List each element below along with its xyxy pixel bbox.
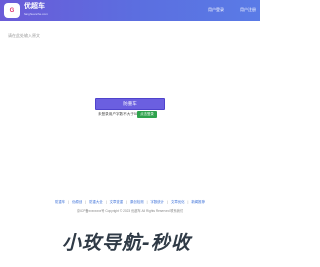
footer-link[interactable]: 文章优化 <box>171 200 185 205</box>
editor-placeholder: 请在此处输入原文 <box>8 33 40 38</box>
footer-separator: | <box>146 200 148 204</box>
word-limit-notice: 未登录用户字数不大于500 <box>98 112 140 116</box>
footer-link[interactable]: 字数统计 <box>151 200 165 205</box>
footer-link[interactable]: 防重大全 <box>89 200 103 205</box>
footer-link[interactable]: 文章查重 <box>110 200 124 205</box>
footer-link[interactable]: 原创检测 <box>130 200 144 205</box>
top-nav-bar: G 优超车 fanghuanche.com 用户登录 用户注册 <box>0 0 260 21</box>
logo-icon[interactable]: G <box>4 3 20 18</box>
site-logo-name[interactable]: 优超车 <box>24 3 45 11</box>
footer-link[interactable]: 新闻推荐 <box>191 200 205 205</box>
footer-links: 防重车 | 伪原创 | 防重大全 | 文章查重 | 原创检测 | 字数统计 | … <box>0 200 260 205</box>
submit-button[interactable]: 防重车 <box>95 98 165 110</box>
footer-separator: | <box>167 200 168 204</box>
copyright-text: 京ICP备xxxxxxxx号 Copyright © 2023 优超车 All … <box>76 209 184 213</box>
footer-link[interactable]: 伪原创 <box>72 200 82 205</box>
footer-separator: | <box>85 200 87 204</box>
footer-separator: | <box>105 200 107 204</box>
footer-separator: | <box>187 200 189 204</box>
login-link[interactable]: 用户登录 <box>208 7 224 13</box>
watermark-text: 小玫导航-秒收 <box>62 232 191 254</box>
footer-link[interactable]: 防重车 <box>55 200 65 205</box>
register-link[interactable]: 用户注册 <box>240 7 256 13</box>
footer-separator: | <box>126 200 128 204</box>
login-upgrade-button[interactable]: 点击登录 <box>137 111 157 118</box>
site-logo-domain: fanghuanche.com <box>24 12 48 16</box>
text-input-area[interactable]: 请在此处输入原文 <box>0 24 260 92</box>
footer-separator: | <box>68 200 70 204</box>
